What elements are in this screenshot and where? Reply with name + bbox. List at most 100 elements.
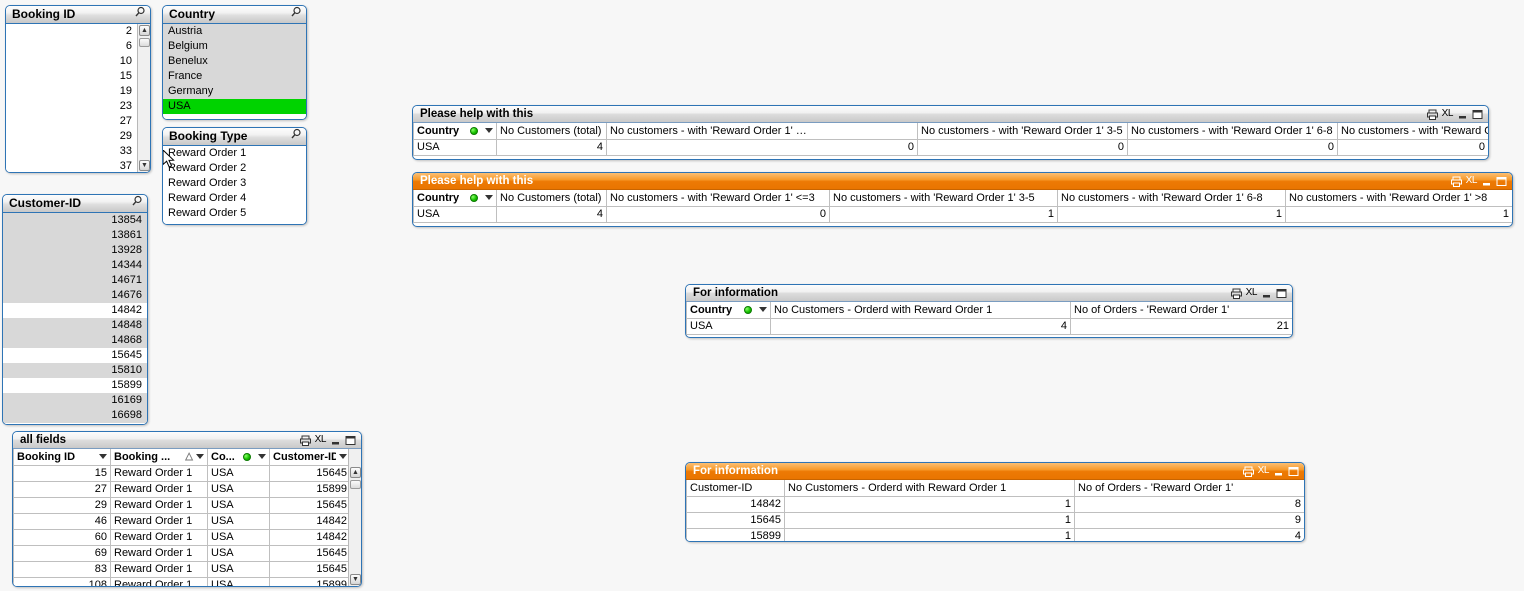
chevron-down-icon[interactable] xyxy=(485,195,493,201)
cell-dimension[interactable]: USA xyxy=(686,317,771,335)
table-row[interactable]: 15899 1 4 xyxy=(686,527,1304,541)
cell-dimension[interactable]: 15645 xyxy=(686,511,785,529)
column-header-expression[interactable]: No customers - with 'Reward Order 1' 3-5 xyxy=(829,190,1058,207)
listbox-customer-id-caption[interactable]: Customer-ID xyxy=(3,195,147,213)
cell-value[interactable]: 15899 xyxy=(269,576,351,586)
table-row[interactable]: USA 4 21 xyxy=(686,317,1292,335)
listbox-customer-id[interactable]: Customer-ID 13854 13861 13928 14344 14671 146… xyxy=(2,194,148,425)
cell-value[interactable]: 0 xyxy=(1127,138,1338,156)
listbox-item-customer-id[interactable]: 13854 xyxy=(3,213,147,228)
export-to-excel-icon[interactable]: XL xyxy=(1246,285,1258,301)
listbox-item-booking-id[interactable]: 6 xyxy=(6,39,137,54)
maximize-icon[interactable] xyxy=(345,435,356,446)
listbox-booking-type-body[interactable]: Reward Order 1 Reward Order 2 Reward Order… xyxy=(163,146,306,224)
please-help-2-grid[interactable]: Country No Customers (total) No customers … xyxy=(413,190,1512,223)
listbox-booking-id[interactable]: Booking ID 2 6 10 15 19 23 27 29 33 37 ▲ ▼ xyxy=(5,5,151,173)
cell-value[interactable]: Reward Order 1 xyxy=(110,528,208,546)
cell-dimension[interactable]: USA xyxy=(413,138,497,156)
column-header-expression[interactable]: No customers - with 'Reward Order 1' 3-5 xyxy=(917,123,1128,140)
print-icon[interactable] xyxy=(1230,288,1242,299)
listbox-item-customer-id[interactable]: 13928 xyxy=(3,243,147,258)
listbox-item-booking-type[interactable]: Reward Order 2 xyxy=(163,161,306,176)
listbox-country[interactable]: Country Austria Belgium Benelux France Germa… xyxy=(162,5,307,120)
cell-value[interactable]: Reward Order 1 xyxy=(110,560,208,578)
column-header-expression[interactable]: No of Orders - 'Reward Order 1' xyxy=(1074,480,1304,497)
listbox-item-country[interactable]: Austria xyxy=(163,24,306,39)
maximize-icon[interactable] xyxy=(1288,466,1299,477)
minimize-icon[interactable] xyxy=(1481,176,1492,187)
chevron-down-icon[interactable] xyxy=(99,454,107,460)
column-header-expression[interactable]: No customers - with 'Reward Order 1' 6-8 xyxy=(1057,190,1286,207)
chart-for-information-2-caption[interactable]: For information XL xyxy=(686,463,1304,480)
print-icon[interactable] xyxy=(1450,176,1462,187)
column-header-expression[interactable]: No customers - with 'Reward Order 1' >8 xyxy=(1337,123,1488,140)
cell-value[interactable]: 0 xyxy=(606,138,918,156)
table-row[interactable]: 83 Reward Order 1 USA 15645 xyxy=(13,560,351,578)
listbox-item-booking-id[interactable]: 33 xyxy=(6,144,137,159)
table-row[interactable]: 108 Reward Order 1 USA 15899 xyxy=(13,576,351,586)
column-header-1[interactable]: Booking ... △ xyxy=(110,449,208,466)
cell-value[interactable]: 1 xyxy=(784,527,1075,541)
cell-value[interactable]: 15645 xyxy=(269,560,351,578)
cell-value[interactable]: USA xyxy=(207,512,270,530)
please-help-1-grid[interactable]: Country No Customers (total) No customers … xyxy=(413,123,1488,156)
listbox-item-booking-type[interactable]: Reward Order 3 xyxy=(163,176,306,191)
chart-please-help-1-caption[interactable]: Please help with this XL xyxy=(413,106,1488,123)
listbox-item-customer-id[interactable]: 14868 xyxy=(3,333,147,348)
column-header-expression[interactable]: No Customers (total) xyxy=(496,123,607,140)
chevron-down-icon[interactable] xyxy=(258,454,266,460)
column-header-expression[interactable]: Customer-ID xyxy=(686,480,785,497)
cell-value[interactable]: Reward Order 1 xyxy=(110,464,208,482)
for-information-2-grid[interactable]: Customer-ID No Customers - Orderd with Re… xyxy=(686,480,1304,541)
listbox-item-customer-id[interactable]: 14671 xyxy=(3,273,147,288)
cell-value[interactable]: Reward Order 1 xyxy=(110,496,208,514)
chevron-down-icon[interactable] xyxy=(759,307,767,313)
cell-value[interactable]: 1 xyxy=(784,495,1075,513)
cell-value[interactable]: 0 xyxy=(1337,138,1488,156)
cell-value[interactable]: 1 xyxy=(1285,205,1512,223)
chart-for-information-1-caption[interactable]: For information XL xyxy=(686,285,1292,302)
minimize-icon[interactable] xyxy=(1261,288,1272,299)
cell-value[interactable]: 8 xyxy=(1074,495,1304,513)
cell-value[interactable]: 1 xyxy=(784,511,1075,529)
cell-value[interactable]: USA xyxy=(207,544,270,562)
search-icon[interactable] xyxy=(290,6,302,23)
minimize-icon[interactable] xyxy=(330,435,341,446)
chart-for-information-1[interactable]: For information XL Country No Customers -… xyxy=(685,284,1293,338)
listbox-item-booking-id[interactable]: 29 xyxy=(6,129,137,144)
print-icon[interactable] xyxy=(1426,109,1438,120)
cell-dimension[interactable]: 14842 xyxy=(686,495,785,513)
all-fields-grid[interactable]: Booking ID Booking ... △ Co... Customer-ID 1… xyxy=(13,449,351,586)
cell-value[interactable]: 9 xyxy=(1074,511,1304,529)
column-header-dimension[interactable]: Country xyxy=(413,190,497,207)
cell-value[interactable]: 1 xyxy=(1057,205,1286,223)
listbox-booking-id-body[interactable]: 2 6 10 15 19 23 27 29 33 37 ▲ ▼ xyxy=(6,24,150,172)
table-row[interactable]: USA 4 0 1 1 1 xyxy=(413,205,1512,223)
table-all-fields-caption[interactable]: all fields XL xyxy=(13,432,361,449)
listbox-item-customer-id[interactable]: 16169 xyxy=(3,393,147,408)
print-icon[interactable] xyxy=(1242,466,1254,477)
column-header-expression[interactable]: No customers - with 'Reward Order 1' <=3 xyxy=(606,190,830,207)
cell-value[interactable]: 4 xyxy=(1074,527,1304,541)
listbox-item-booking-id[interactable]: 10 xyxy=(6,54,137,69)
listbox-item-customer-id[interactable]: 16698 xyxy=(3,408,147,423)
scroll-down-icon[interactable]: ▼ xyxy=(139,160,150,171)
cell-value[interactable]: Reward Order 1 xyxy=(110,480,208,498)
column-header-expression[interactable]: No customers - with 'Reward Order 1' … xyxy=(606,123,918,140)
scroll-up-icon[interactable]: ▲ xyxy=(139,25,150,36)
column-header-dimension[interactable]: Country xyxy=(413,123,497,140)
cell-value[interactable]: 14842 xyxy=(269,512,351,530)
cell-value[interactable]: 29 xyxy=(13,496,111,514)
listbox-item-booking-type[interactable]: Reward Order 1 xyxy=(163,146,306,161)
table-row[interactable]: 27 Reward Order 1 USA 15899 xyxy=(13,480,351,498)
column-header-expression[interactable]: No of Orders - 'Reward Order 1' xyxy=(1070,302,1292,319)
cell-value[interactable]: 15645 xyxy=(269,496,351,514)
cell-value[interactable]: 0 xyxy=(917,138,1128,156)
cell-value[interactable]: USA xyxy=(207,480,270,498)
table-row[interactable]: 29 Reward Order 1 USA 15645 xyxy=(13,496,351,514)
listbox-country-body[interactable]: Austria Belgium Benelux France Germany USA xyxy=(163,24,306,119)
listbox-item-customer-id[interactable]: 14848 xyxy=(3,318,147,333)
search-icon[interactable] xyxy=(290,128,302,145)
for-information-1-grid[interactable]: Country No Customers - Orderd with Reward… xyxy=(686,302,1292,335)
cell-value[interactable]: USA xyxy=(207,496,270,514)
